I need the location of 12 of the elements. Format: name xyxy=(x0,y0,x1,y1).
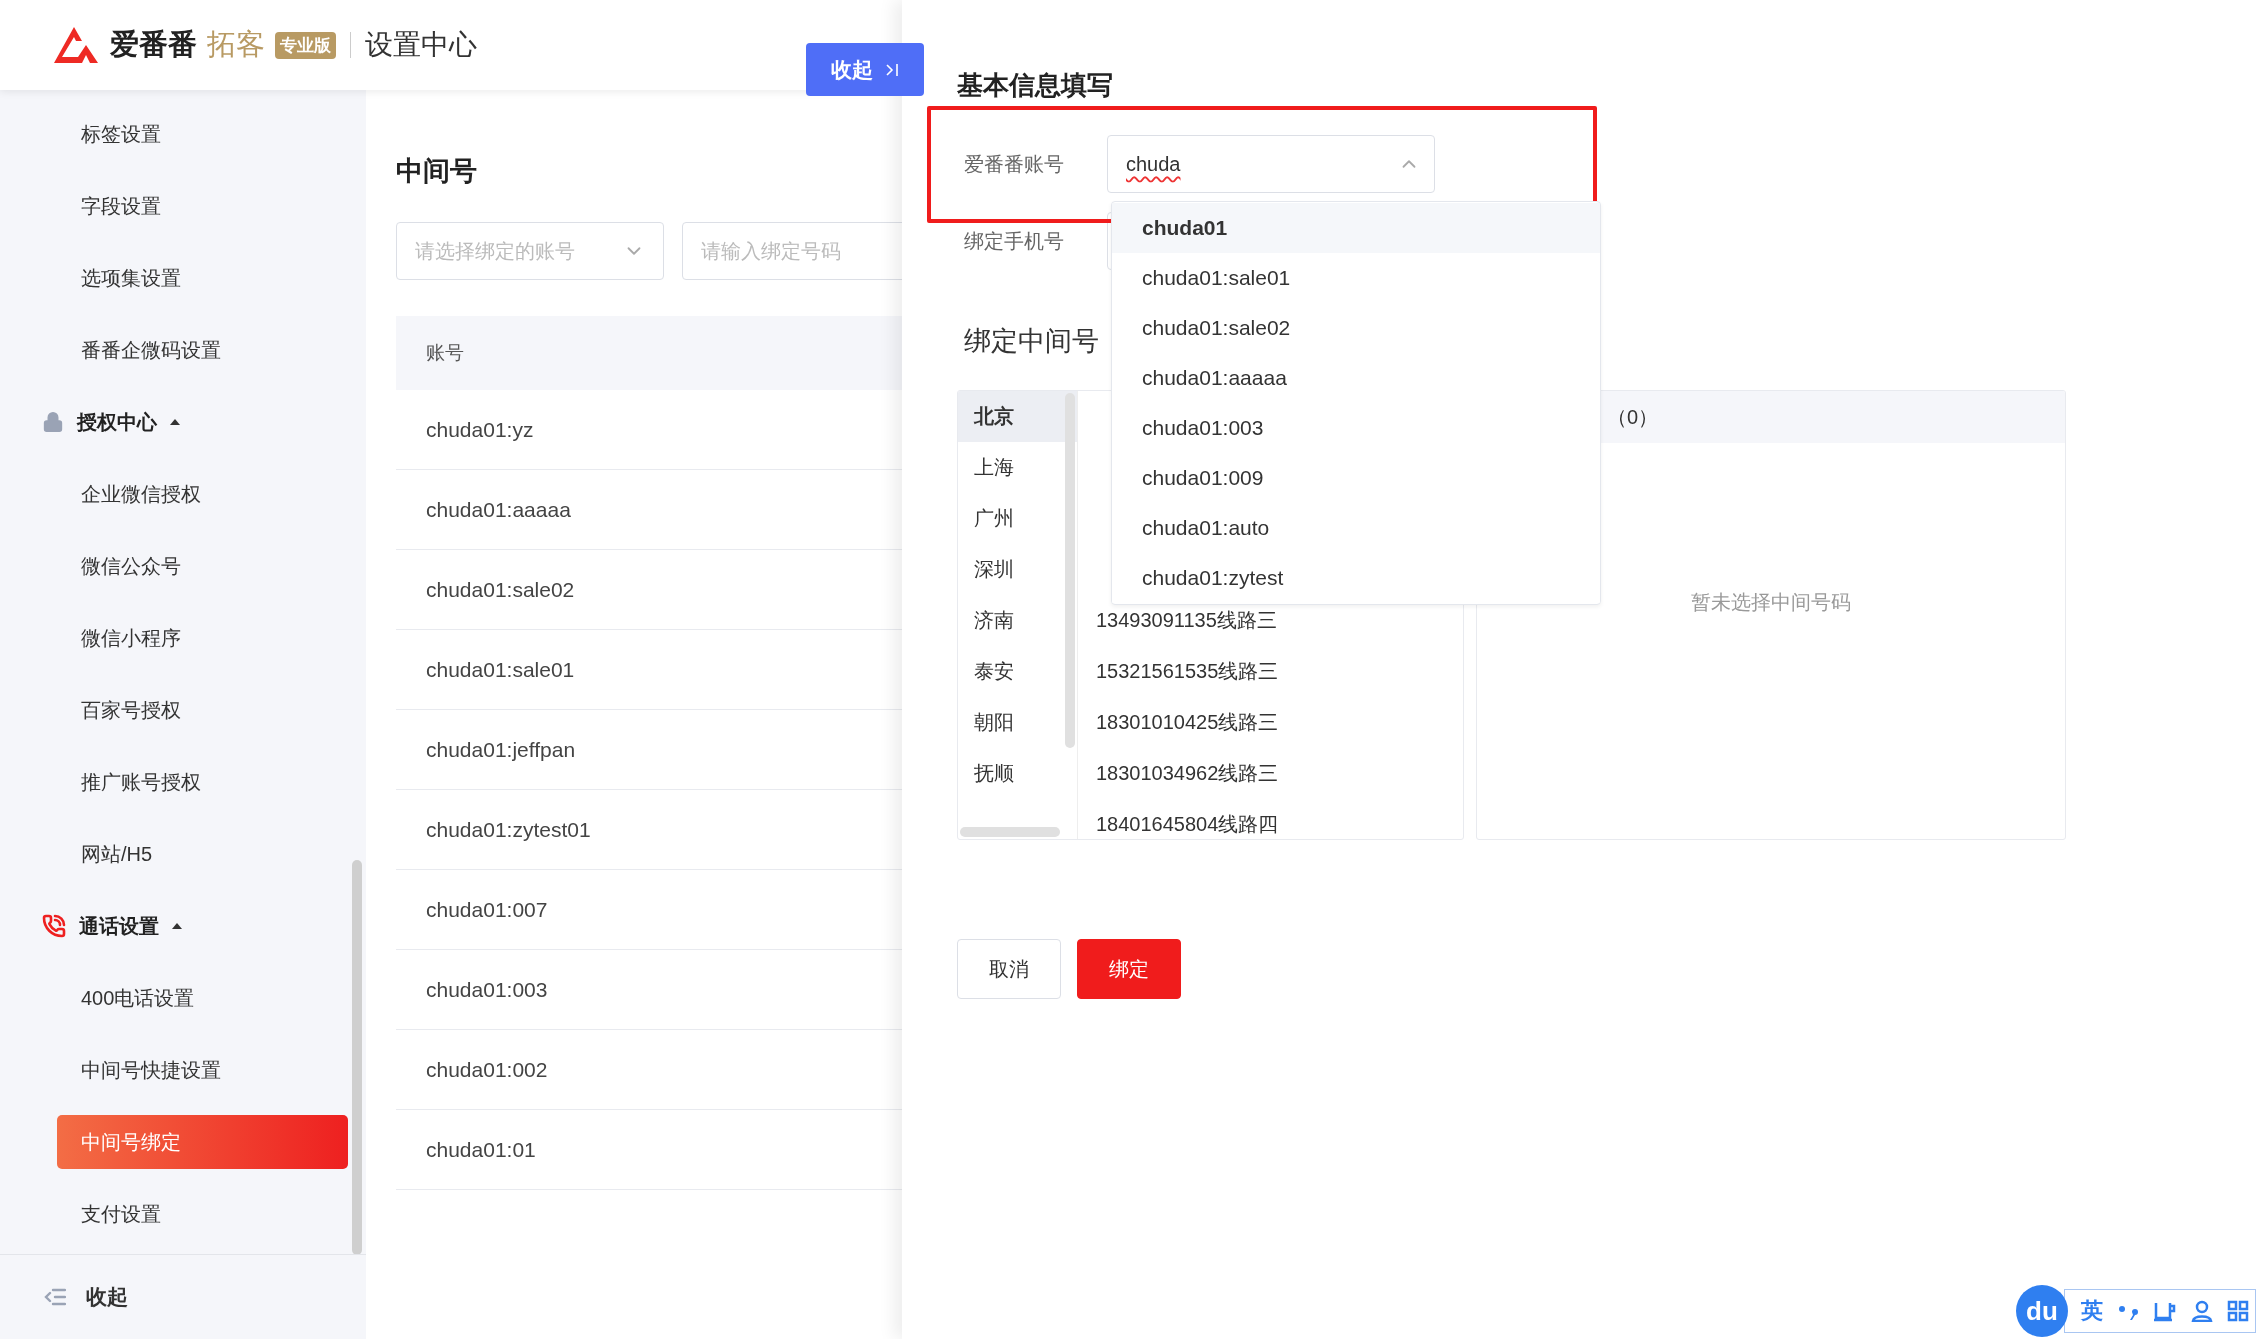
page-title: 设置中心 xyxy=(365,28,477,62)
edition-badge: 专业版 xyxy=(275,31,336,59)
brand-name: 爱番番 xyxy=(110,27,197,62)
section-title: 中间号 xyxy=(396,155,478,188)
panel-header: （0） xyxy=(1607,404,1659,430)
field-label: 爱番番账号 xyxy=(964,151,1065,177)
field-label: 绑定手机号 xyxy=(964,228,1065,254)
section-title: 绑定中间号 xyxy=(964,325,1099,358)
empty-text: 暂未选择中间号码 xyxy=(1691,591,1851,613)
product-name: 拓客 xyxy=(207,27,265,62)
table-header: 账号 xyxy=(396,316,902,390)
drawer-title: 基本信息填写 xyxy=(957,69,1114,102)
